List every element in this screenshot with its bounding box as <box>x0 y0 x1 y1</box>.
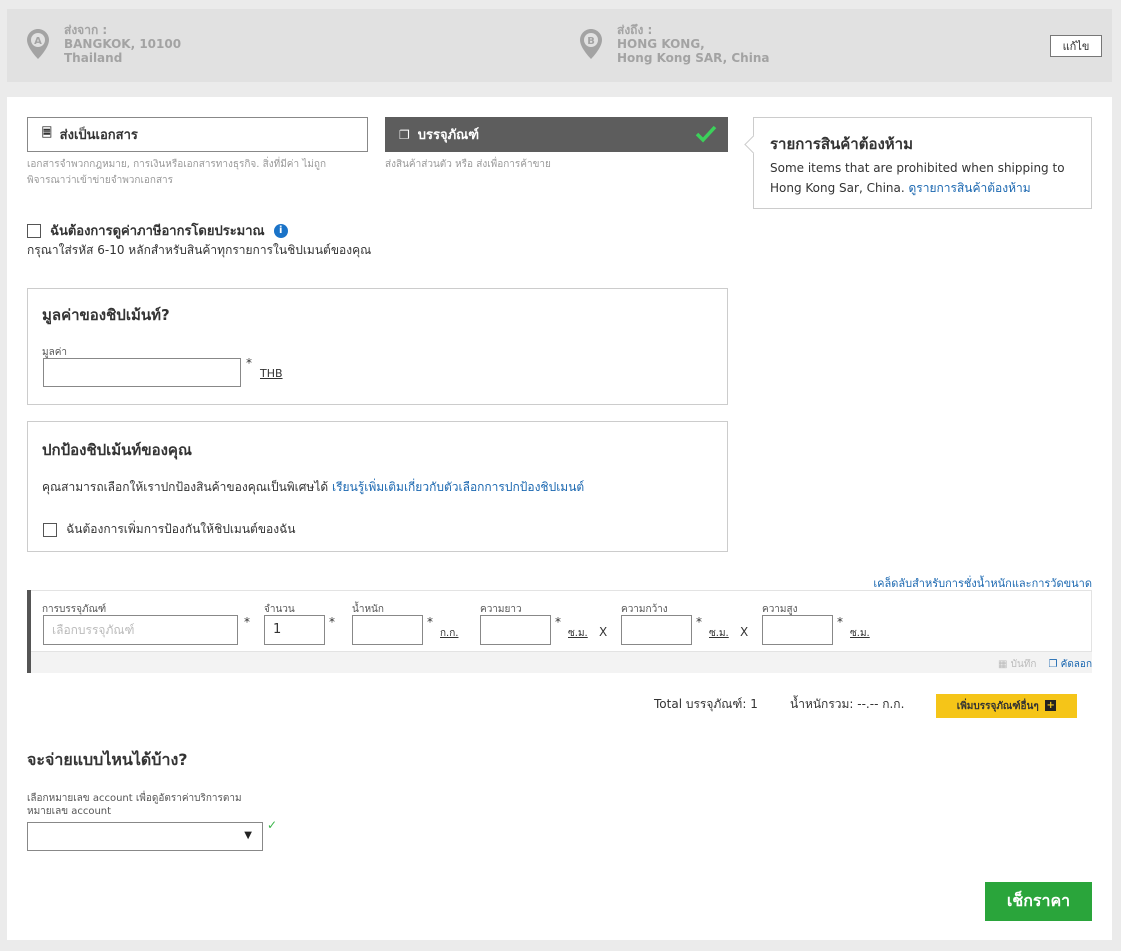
total-weight: น้ำหนักรวม: --.-- ก.ก. <box>790 697 905 711</box>
times-sign: X <box>599 625 608 639</box>
required-mark: * <box>837 615 843 629</box>
origin-pin-icon: A <box>27 29 49 59</box>
copy-package-label: คัดลอก <box>1060 659 1092 670</box>
prohibited-items-box: รายการสินค้าต้องห้าม Some items that are… <box>753 117 1092 209</box>
protection-learn-more-link[interactable]: เรียนรู้เพิ่มเติมเกี่ยวกับตัวเลือกการปกป… <box>332 480 584 494</box>
protection-checkbox[interactable] <box>43 522 57 537</box>
estimate-duty-option: ฉันต้องการดูค่าภาษีอากรโดยประมาณ i <box>27 220 288 241</box>
shipment-value-title: มูลค่าของชิปเม้นท์? <box>42 306 170 324</box>
protection-option: ฉันต้องการเพิ่มการป้องกันให้ชิปเมนต์ของฉ… <box>43 519 296 539</box>
payment-title: จะจ่ายแบบไหนได้บ้าง? <box>27 750 188 769</box>
value-input[interactable] <box>43 358 241 387</box>
length-unit-link[interactable]: ซ.ม. <box>568 626 588 641</box>
protection-checkbox-label: ฉันต้องการเพิ่มการป้องกันให้ชิปเมนต์ของฉ… <box>66 522 296 536</box>
required-mark: * <box>244 615 250 629</box>
package-type-label: บรรจุภัณฑ์ <box>417 128 480 143</box>
document-type-button[interactable]: 🗏 ส่งเป็นเอกสาร <box>27 117 368 152</box>
weight-input[interactable] <box>352 615 423 645</box>
destination-label: ส่งถึง : <box>617 23 653 37</box>
origin-country: Thailand <box>64 51 123 65</box>
required-mark: * <box>555 615 561 629</box>
package-actions: ▦ บันทึก ❐ คัดลอก <box>998 657 1092 672</box>
selected-check-icon <box>695 125 717 143</box>
quantity-input[interactable]: 1 <box>264 615 325 645</box>
estimate-duty-label: ฉันต้องการดูค่าภาษีอากรโดยประมาณ <box>50 224 265 239</box>
plus-icon: + <box>1045 700 1057 711</box>
protection-text: คุณสามารถเลือกให้เราปกป้องสินค้าของคุณเป… <box>42 480 329 494</box>
shipment-form: 🗏 ส่งเป็นเอกสาร เอกสารจำพวกกฎหมาย, การเง… <box>7 97 1112 940</box>
svg-text:B: B <box>587 36 595 47</box>
destination-city: HONG KONG, <box>617 37 705 51</box>
prohibited-items-link[interactable]: ดูรายการสินค้าต้องห้าม <box>909 181 1031 195</box>
length-input[interactable] <box>480 615 551 645</box>
protection-section: ปกป้องชิปเม้นท์ของคุณ คุณสามารถเลือกให้เ… <box>27 421 728 552</box>
edit-address-button[interactable]: แก้ไข <box>1050 35 1102 57</box>
height-input[interactable] <box>762 615 833 645</box>
package-type-button[interactable]: ❐ บรรจุภัณฑ์ <box>385 117 728 152</box>
copy-package-button[interactable]: ❐ คัดลอก <box>1048 657 1092 672</box>
get-quote-button[interactable]: เช็กราคา <box>985 882 1092 921</box>
times-sign: X <box>740 625 749 639</box>
save-icon: ▦ <box>997 659 1008 670</box>
chevron-down-icon: ▼ <box>244 830 252 841</box>
estimate-duty-checkbox[interactable] <box>27 223 41 238</box>
destination-address: B ส่งถึง : HONG KONG, Hong Kong SAR, Chi… <box>580 23 769 65</box>
add-package-button[interactable]: เพิ่มบรรจุภัณฑ์อื่นๆ + <box>936 694 1077 718</box>
svg-text:A: A <box>34 36 42 47</box>
package-type-description: ส่งสินค้าส่วนตัว หรือ ส่งเพื่อการค้าขาย <box>385 159 551 170</box>
copy-icon: ❐ <box>1048 659 1058 670</box>
width-input[interactable] <box>621 615 692 645</box>
document-icon: 🗏 <box>42 126 52 140</box>
protection-title: ปกป้องชิปเม้นท์ของคุณ <box>42 441 192 459</box>
add-package-label: เพิ่มบรรจุภัณฑ์อื่นๆ <box>956 700 1039 712</box>
packaging-select[interactable]: เลือกบรรจุภัณฑ์ <box>43 615 238 645</box>
required-mark: * <box>427 615 433 629</box>
prohibited-title: รายการสินค้าต้องห้าม <box>770 135 913 153</box>
required-mark: * <box>696 615 702 629</box>
width-unit-link[interactable]: ซ.ม. <box>709 626 729 641</box>
package-fields: การบรรจุภัณฑ์ เลือกบรรจุภัณฑ์ * จำนวน 1 … <box>31 590 1092 652</box>
currency-link[interactable]: THB <box>260 367 283 380</box>
box-icon: ❐ <box>399 127 410 142</box>
account-select[interactable]: ▼ <box>27 822 263 851</box>
weight-unit-link[interactable]: ก.ก. <box>440 626 458 641</box>
total-package-count: Total บรรจุภัณฑ์: 1 <box>654 697 758 711</box>
document-type-label: ส่งเป็นเอกสาร <box>59 128 138 143</box>
save-package-button[interactable]: ▦ บันทึก <box>998 657 1036 672</box>
origin-label: ส่งจาก : <box>64 23 108 37</box>
height-unit-link[interactable]: ซ.ม. <box>850 626 870 641</box>
account-field-label: เลือกหมายเลข account เพื่อดูอัตราค่าบริก… <box>27 793 242 817</box>
estimate-duty-hint: กรุณาใส่รหัส 6-10 หลักสำหรับสินค้าทุกราย… <box>27 243 372 257</box>
address-bar: A ส่งจาก : BANGKOK, 10100 Thailand B ส่ง… <box>7 9 1112 82</box>
info-icon[interactable]: i <box>273 223 288 238</box>
destination-country: Hong Kong SAR, China <box>617 51 770 65</box>
save-package-label: บันทึก <box>1010 659 1037 670</box>
required-mark: * <box>246 356 252 370</box>
required-mark: * <box>329 615 335 629</box>
document-type-description: เอกสารจำพวกกฎหมาย, การเงินหรือเอกสารทางธ… <box>27 159 327 186</box>
valid-check-icon: ✓ <box>267 818 278 832</box>
destination-pin-icon: B <box>580 29 602 59</box>
package-row: การบรรจุภัณฑ์ เลือกบรรจุภัณฑ์ * จำนวน 1 … <box>27 590 1092 673</box>
origin-city: BANGKOK, 10100 <box>64 37 182 51</box>
origin-address: A ส่งจาก : BANGKOK, 10100 Thailand <box>27 23 181 65</box>
shipment-value-section: มูลค่าของชิปเม้นท์? มูลค่า * THB <box>27 288 728 405</box>
